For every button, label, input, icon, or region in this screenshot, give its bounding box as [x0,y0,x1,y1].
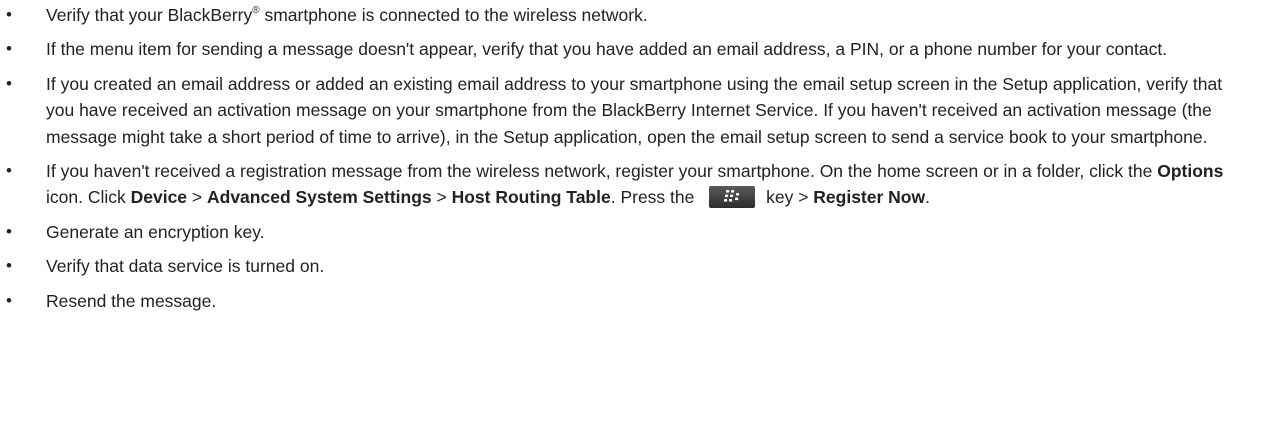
list-item: • Resend the message. [0,288,1269,314]
bullet: • [6,290,12,310]
list-item: • If the menu item for sending a message… [0,36,1269,62]
registered-mark: ® [252,5,260,17]
device-label: Device [130,187,188,208]
item-text: If you haven't received a registration m… [46,161,1158,182]
path-separator: > [431,187,452,208]
path-separator: > [187,187,207,208]
item-text: Generate an encryption key. [46,221,265,242]
options-label: Options [1157,161,1224,182]
advanced-system-settings-label: Advanced System Settings [207,187,432,208]
bullet: • [6,161,12,181]
list-item: • Generate an encryption key. [0,219,1269,245]
list-item: • If you haven't received a registration… [0,158,1269,211]
item-text: Verify that data service is turned on. [46,256,325,277]
bullet: • [6,73,12,93]
list-item: • If you created an email address or add… [0,71,1269,150]
bullet: • [6,5,12,24]
item-text: key > [761,187,814,208]
bullet: • [6,221,12,241]
list-item: • Verify that data service is turned on. [0,253,1269,279]
register-now-label: Register Now [813,187,926,208]
blackberry-menu-key-icon [709,185,756,208]
item-text: Resend the message. [46,290,217,311]
item-text: . Press the [610,187,700,208]
item-text: . [925,187,930,208]
troubleshooting-list: • Verify that your BlackBerry® smartphon… [0,0,1269,314]
item-text: Verify that your BlackBerry [46,5,253,25]
list-item: • Verify that your BlackBerry® smartphon… [0,2,1269,28]
bullet: • [6,39,12,59]
bullet: • [6,256,12,276]
item-text: If the menu item for sending a message d… [46,39,1168,60]
troubleshooting-document: • Verify that your BlackBerry® smartphon… [0,0,1269,444]
item-text: icon. Click [46,187,131,208]
item-text: smartphone is connected to the wireless … [259,5,648,25]
host-routing-table-label: Host Routing Table [451,187,611,208]
item-text: If you created an email address or added… [46,73,1223,147]
